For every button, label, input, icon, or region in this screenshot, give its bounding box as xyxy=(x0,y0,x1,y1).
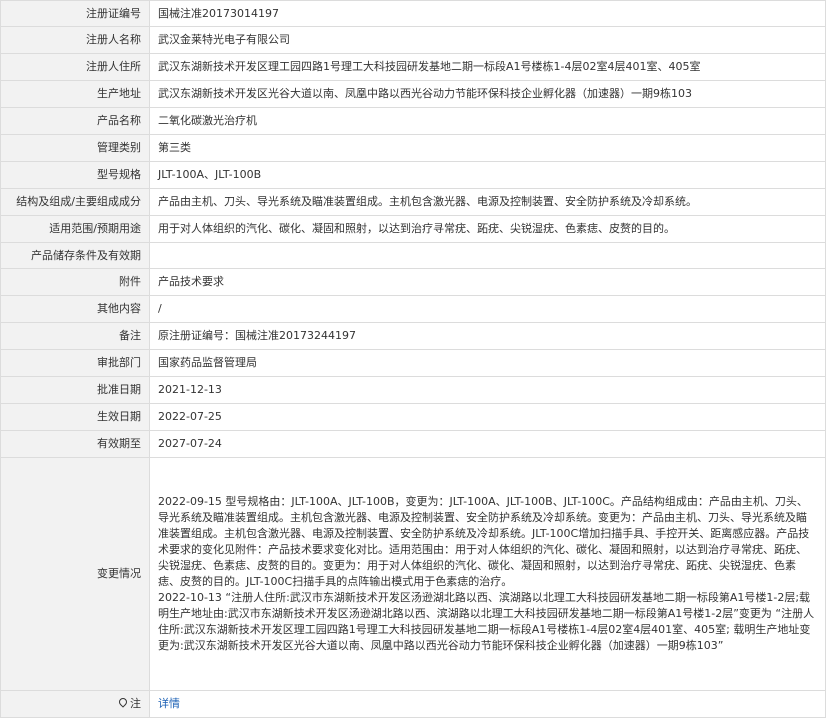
row-approval-date: 批准日期 2021-12-13 xyxy=(0,376,826,404)
row-registrant-address: 注册人住所 武汉东湖新技术开发区理工园四路1号理工大科技园研发基地二期一标段A1… xyxy=(0,53,826,81)
value-product-name: 二氧化碳激光治疗机 xyxy=(149,107,826,135)
label-structure: 结构及组成/主要组成成分 xyxy=(0,188,150,216)
row-remarks: 备注 原注册证编号：国械注准20173244197 xyxy=(0,322,826,350)
label-model-spec: 型号规格 xyxy=(0,161,150,189)
label-management-class: 管理类别 xyxy=(0,134,150,162)
value-approval-date: 2021-12-13 xyxy=(149,376,826,404)
value-approval-dept: 国家药品监督管理局 xyxy=(149,349,826,377)
value-registrant-address: 武汉东湖新技术开发区理工园四路1号理工大科技园研发基地二期一标段A1号楼栋1-4… xyxy=(149,53,826,81)
label-registrant-name: 注册人名称 xyxy=(0,26,150,54)
row-approval-dept: 审批部门 国家药品监督管理局 xyxy=(0,349,826,377)
registration-table: 注册证编号 国械注准20173014197 注册人名称 武汉金莱特光电子有限公司… xyxy=(0,0,826,718)
value-intended-use: 用于对人体组织的汽化、碳化、凝固和照射，以达到治疗寻常疣、跖疣、尖锐湿疣、色素痣… xyxy=(149,215,826,243)
value-model-spec: JLT-100A、JLT-100B xyxy=(149,161,826,189)
label-product-name: 产品名称 xyxy=(0,107,150,135)
label-production-address: 生产地址 xyxy=(0,80,150,108)
row-product-name: 产品名称 二氧化碳激光治疗机 xyxy=(0,107,826,135)
label-remarks: 备注 xyxy=(0,322,150,350)
label-intended-use: 适用范围/预期用途 xyxy=(0,215,150,243)
value-expiry-date: 2027-07-24 xyxy=(149,430,826,458)
row-management-class: 管理类别 第三类 xyxy=(0,134,826,162)
value-attachment: 产品技术要求 xyxy=(149,268,826,296)
row-registrant-name: 注册人名称 武汉金莱特光电子有限公司 xyxy=(0,26,826,54)
label-registrant-address: 注册人住所 xyxy=(0,53,150,81)
value-cert-number: 国械注准20173014197 xyxy=(149,0,826,27)
change-entry-2: 2022-10-13 “注册人住所:武汉市东湖新技术开发区汤逊湖北路以西、滨湖路… xyxy=(158,591,815,652)
label-storage: 产品储存条件及有效期 xyxy=(0,242,150,269)
value-registrant-name: 武汉金莱特光电子有限公司 xyxy=(149,26,826,54)
value-management-class: 第三类 xyxy=(149,134,826,162)
row-changes: 变更情况 2022-09-15 型号规格由：JLT-100A、JLT-100B，… xyxy=(0,457,826,691)
value-changes: 2022-09-15 型号规格由：JLT-100A、JLT-100B，变更为：J… xyxy=(149,457,826,691)
value-storage xyxy=(149,242,826,269)
value-remarks: 原注册证编号：国械注准20173244197 xyxy=(149,322,826,350)
row-cert-number: 注册证编号 国械注准20173014197 xyxy=(0,0,826,27)
row-structure: 结构及组成/主要组成成分 产品由主机、刀头、导光系统及瞄准装置组成。主机包含激光… xyxy=(0,188,826,216)
row-effective-date: 生效日期 2022-07-25 xyxy=(0,403,826,431)
value-other: / xyxy=(149,295,826,323)
label-attachment: 附件 xyxy=(0,268,150,296)
change-entry-1: 2022-09-15 型号规格由：JLT-100A、JLT-100B，变更为：J… xyxy=(158,495,810,588)
row-intended-use: 适用范围/预期用途 用于对人体组织的汽化、碳化、凝固和照射，以达到治疗寻常疣、跖… xyxy=(0,215,826,243)
value-production-address: 武汉东湖新技术开发区光谷大道以南、凤凰中路以西光谷动力节能环保科技企业孵化器（加… xyxy=(149,80,826,108)
value-note: 详情 xyxy=(149,690,826,718)
label-approval-dept: 审批部门 xyxy=(0,349,150,377)
row-note: 注 详情 xyxy=(0,690,826,718)
label-other: 其他内容 xyxy=(0,295,150,323)
row-model-spec: 型号规格 JLT-100A、JLT-100B xyxy=(0,161,826,189)
value-effective-date: 2022-07-25 xyxy=(149,403,826,431)
row-storage: 产品储存条件及有效期 xyxy=(0,242,826,269)
label-expiry-date: 有效期至 xyxy=(0,430,150,458)
label-note: 注 xyxy=(0,690,150,718)
label-effective-date: 生效日期 xyxy=(0,403,150,431)
location-pin-icon xyxy=(117,696,129,708)
row-other: 其他内容 / xyxy=(0,295,826,323)
label-approval-date: 批准日期 xyxy=(0,376,150,404)
value-structure: 产品由主机、刀头、导光系统及瞄准装置组成。主机包含激光器、电源及控制装置、安全防… xyxy=(149,188,826,216)
label-changes: 变更情况 xyxy=(0,457,150,691)
label-cert-number: 注册证编号 xyxy=(0,0,150,27)
row-attachment: 附件 产品技术要求 xyxy=(0,268,826,296)
row-expiry-date: 有效期至 2027-07-24 xyxy=(0,430,826,458)
row-production-address: 生产地址 武汉东湖新技术开发区光谷大道以南、凤凰中路以西光谷动力节能环保科技企业… xyxy=(0,80,826,108)
